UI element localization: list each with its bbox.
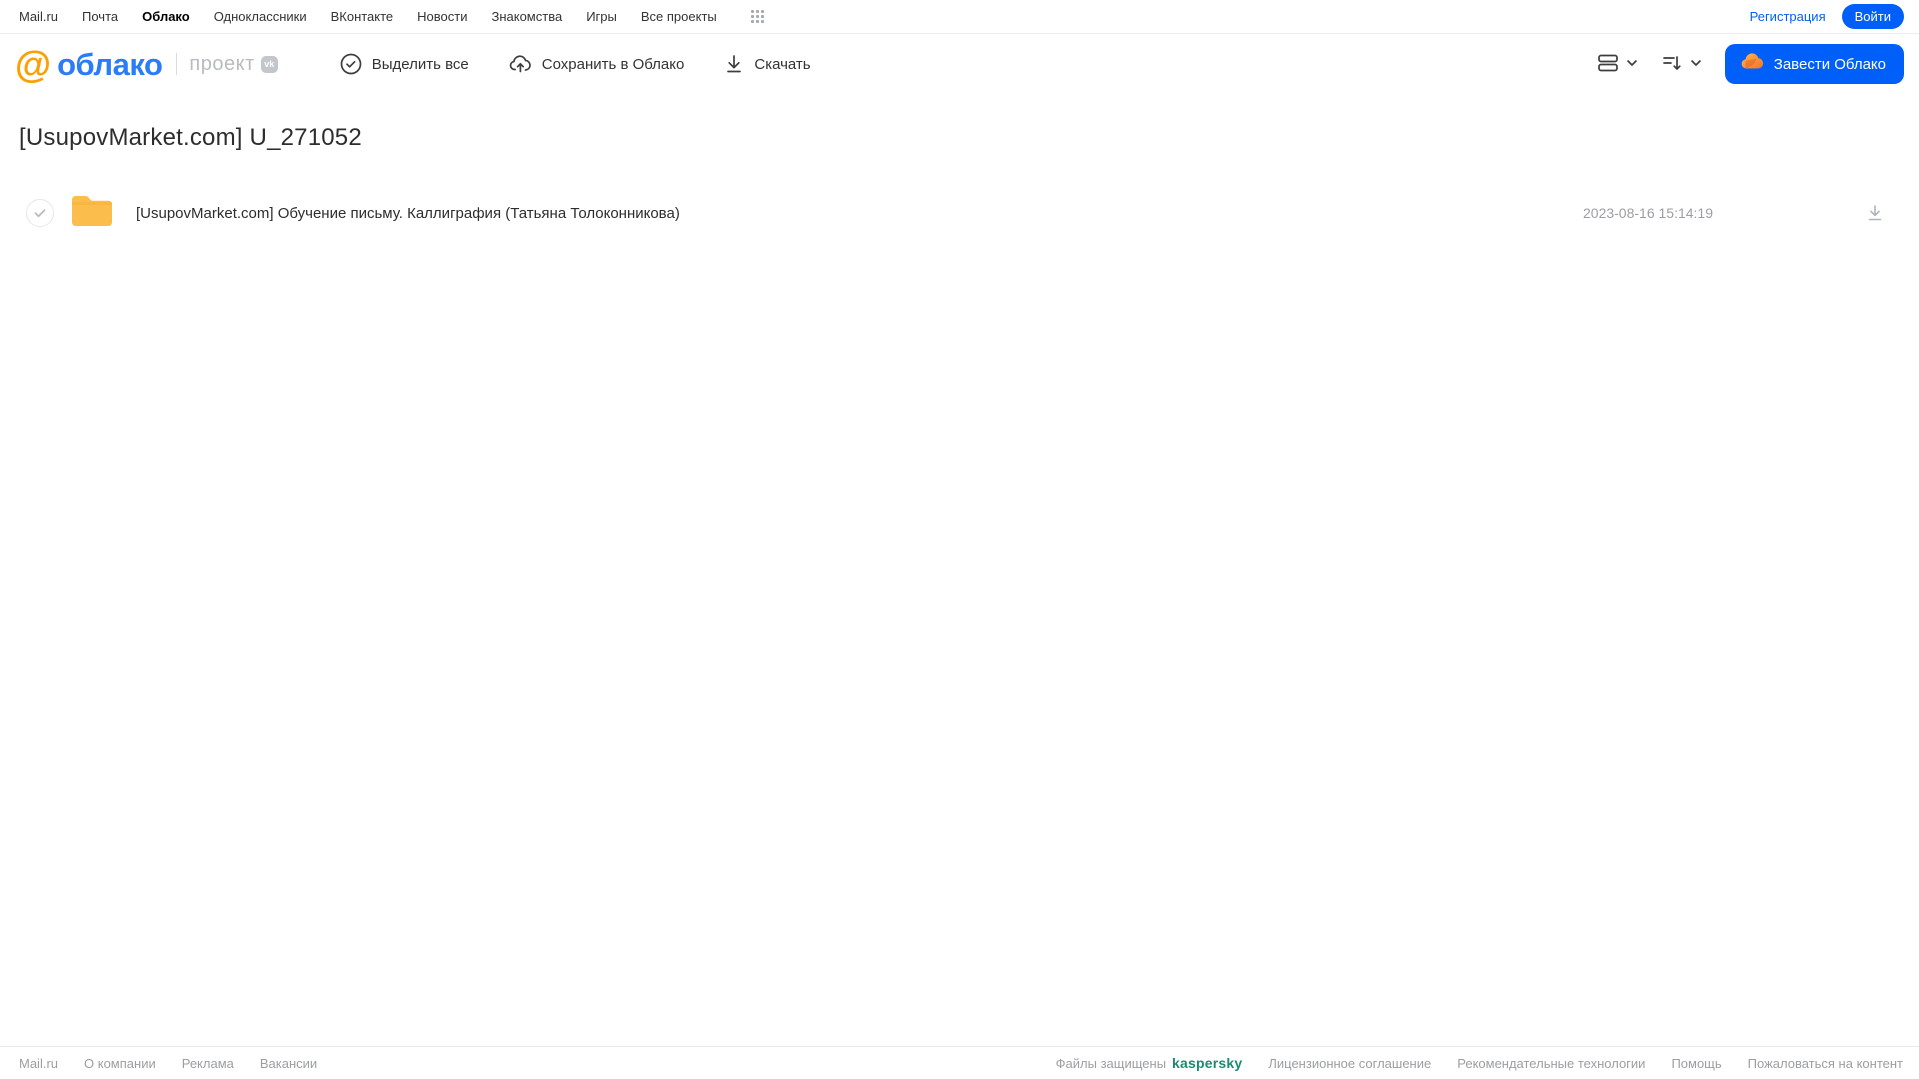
- chevron-down-icon: [1625, 56, 1639, 73]
- portal-nav: Mail.ru Почта Облако Одноклассники ВКонт…: [0, 0, 1919, 34]
- check-icon: [34, 209, 46, 218]
- main-content: [UsupovMarket.com] U_271052 [UsupovMarke…: [0, 94, 1919, 1046]
- vk-icon: vk: [260, 55, 278, 73]
- footer-link-about[interactable]: О компании: [84, 1056, 156, 1071]
- footer-link-recommendations[interactable]: Рекомендательные технологии: [1457, 1056, 1645, 1071]
- portal-nav-links: Mail.ru Почта Облако Одноклассники ВКонт…: [19, 9, 764, 24]
- logo-wordmark: облако: [57, 46, 163, 82]
- download-button[interactable]: Скачать: [724, 53, 811, 75]
- download-icon: [1868, 205, 1882, 221]
- kaspersky-logo: kaspersky: [1172, 1055, 1243, 1071]
- file-row[interactable]: [UsupovMarket.com] Обучение письму. Калл…: [0, 190, 1919, 236]
- portal-nav-cloud[interactable]: Облако: [142, 9, 190, 24]
- file-list: [UsupovMarket.com] Обучение письму. Калл…: [0, 190, 1919, 236]
- protected-by-label: Файлы защищены: [1055, 1055, 1167, 1071]
- download-icon: [724, 53, 744, 75]
- registration-link[interactable]: Регистрация: [1750, 9, 1826, 24]
- portal-nav-dating[interactable]: Знакомства: [491, 9, 562, 24]
- save-to-cloud-label: Сохранить в Облако: [541, 55, 685, 73]
- logo-divider: [176, 53, 178, 75]
- cloud-upload-icon: [509, 53, 532, 75]
- get-cloud-label: Завести Облако: [1773, 55, 1886, 73]
- folder-icon: [70, 193, 114, 234]
- footer-link-mailru[interactable]: Mail.ru: [19, 1056, 58, 1071]
- portal-nav-games[interactable]: Игры: [586, 9, 617, 24]
- grid-dots-icon: [750, 10, 764, 23]
- logo-project-label: проект: [189, 52, 255, 75]
- select-all-label: Выделить все: [371, 55, 469, 73]
- cloud-mailru-page: Mail.ru Почта Облако Одноклассники ВКонт…: [0, 0, 1919, 1079]
- login-button[interactable]: Войти: [1841, 4, 1904, 29]
- footer-link-license[interactable]: Лицензионное соглашение: [1268, 1056, 1431, 1071]
- kaspersky-protection: Файлы защищены kaspersky: [1056, 1055, 1243, 1071]
- check-circle-icon: [340, 53, 362, 75]
- footer-left-links: Mail.ru О компании Реклама Вакансии: [19, 1056, 317, 1071]
- portal-nav-mailru[interactable]: Mail.ru: [19, 9, 58, 24]
- portal-nav-all-projects[interactable]: Все проекты: [641, 9, 717, 24]
- footer-link-help[interactable]: Помощь: [1671, 1056, 1721, 1071]
- portal-nav-vkontakte[interactable]: ВКонтакте: [331, 9, 394, 24]
- footer-link-jobs[interactable]: Вакансии: [260, 1056, 317, 1071]
- footer-right-links: Файлы защищены kaspersky Лицензионное со…: [1056, 1055, 1903, 1071]
- view-mode-dropdown[interactable]: [1597, 53, 1639, 76]
- list-view-icon: [1597, 53, 1619, 76]
- file-name-link[interactable]: [UsupovMarket.com] Обучение письму. Калл…: [136, 205, 1583, 222]
- portal-nav-odnoklassniki[interactable]: Одноклассники: [214, 9, 307, 24]
- portal-nav-mail[interactable]: Почта: [82, 9, 118, 24]
- apps-grid-icon[interactable]: [750, 10, 764, 23]
- download-label: Скачать: [754, 55, 811, 73]
- chevron-down-icon: [1689, 56, 1703, 73]
- page-title: [UsupovMarket.com] U_271052: [19, 124, 362, 151]
- select-all-button[interactable]: Выделить все: [340, 53, 469, 75]
- footer: Mail.ru О компании Реклама Вакансии Файл…: [0, 1046, 1919, 1079]
- portal-nav-news[interactable]: Новости: [417, 9, 467, 24]
- file-date: 2023-08-16 15:14:19: [1583, 205, 1713, 221]
- row-checkbox[interactable]: [26, 199, 54, 227]
- row-download-button[interactable]: [1865, 203, 1885, 223]
- mailru-at-icon: @: [15, 43, 52, 85]
- portal-nav-right: Регистрация Войти: [1750, 4, 1904, 29]
- cloud-orange-icon: [1739, 50, 1765, 78]
- header-right: Завести Облако: [1597, 44, 1904, 84]
- toolbar: Выделить все Сохранить в Облако Скачать: [340, 53, 811, 75]
- sort-icon: [1661, 53, 1683, 76]
- sort-dropdown[interactable]: [1661, 53, 1703, 76]
- cloud-header: @ облако проект vk Выделить все Сохранит…: [0, 34, 1919, 94]
- footer-link-report[interactable]: Пожаловаться на контент: [1748, 1056, 1903, 1071]
- save-to-cloud-button[interactable]: Сохранить в Облако: [509, 53, 685, 75]
- cloud-logo[interactable]: @ облако проект vk: [15, 46, 278, 83]
- footer-link-ads[interactable]: Реклама: [182, 1056, 234, 1071]
- get-cloud-button[interactable]: Завести Облако: [1724, 44, 1904, 84]
